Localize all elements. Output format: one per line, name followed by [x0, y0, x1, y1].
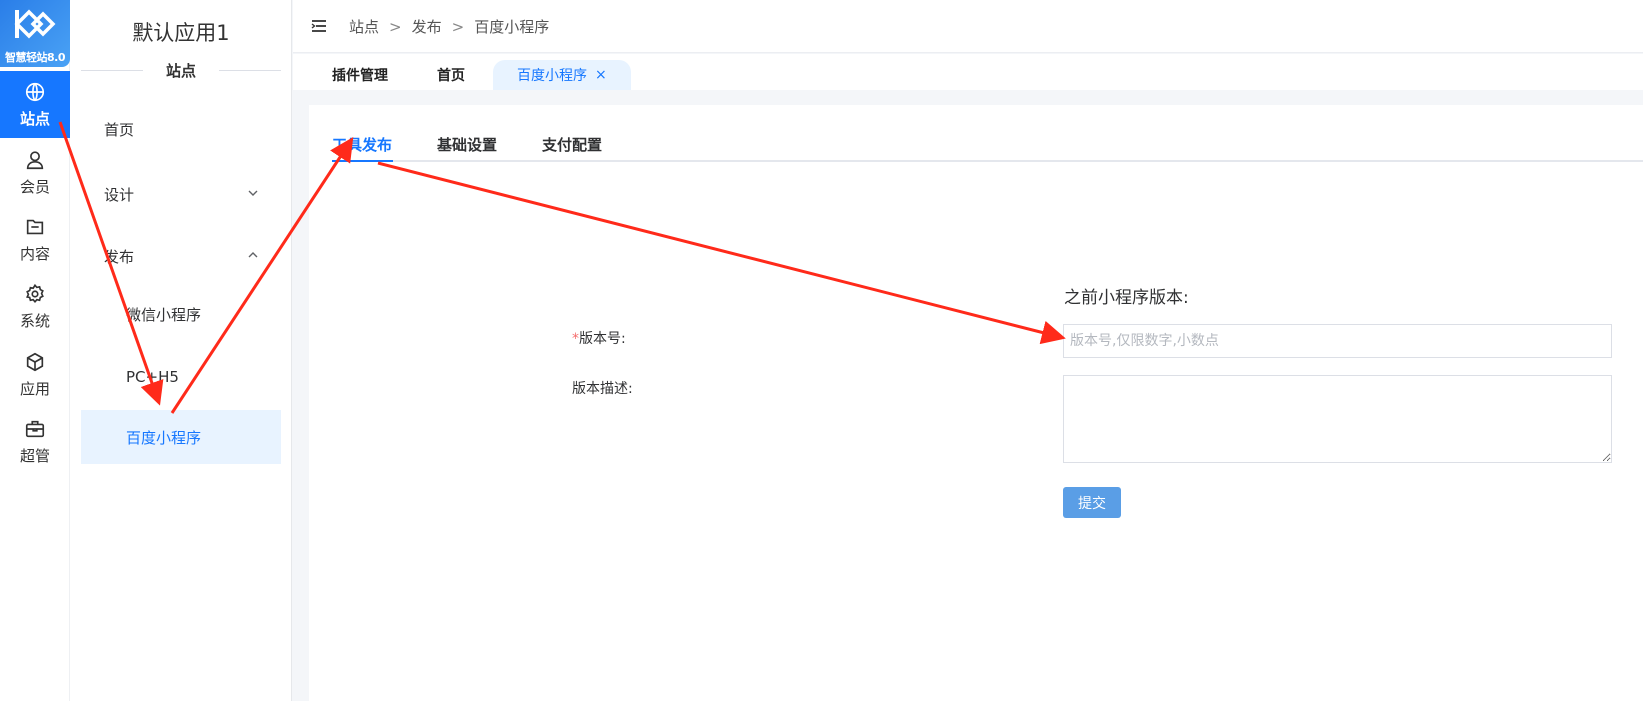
rail-item-site[interactable]: 站点 — [0, 71, 70, 138]
top-header: 站点 > 发布 > 百度小程序 — [293, 0, 1643, 53]
inner-tabs: 工具发布 基础设置 支付配置 — [332, 122, 1643, 162]
description-textarea[interactable] — [1063, 375, 1612, 463]
tab-baidu-miniprogram[interactable]: 百度小程序 × — [493, 60, 631, 90]
tab-tool-publish[interactable]: 工具发布 — [332, 134, 392, 155]
breadcrumb-item-current: 百度小程序 — [474, 18, 550, 36]
toolbox-icon — [25, 420, 45, 437]
tab-label: 插件管理 — [332, 68, 388, 84]
rail-item-label: 内容 — [19, 244, 50, 263]
menu-item-baidu-miniprogram[interactable]: 百度小程序 — [81, 410, 281, 464]
tab-label: 首页 — [437, 68, 465, 84]
menu-item-design[interactable]: 设计 — [81, 167, 281, 221]
required-mark: * — [572, 331, 579, 347]
gear-icon — [26, 283, 44, 303]
breadcrumb-item[interactable]: 发布 — [412, 18, 442, 36]
version-label-text: 版本号: — [579, 331, 626, 347]
folder-icon — [26, 219, 44, 234]
divider-line — [219, 70, 281, 71]
menu-section-divider: 站点 — [81, 60, 281, 80]
side-menu: 默认应用1 站点 首页 设计 发布 微信小程序 PC+H5 百度小程序 — [70, 0, 292, 701]
tab-home[interactable]: 首页 — [437, 60, 465, 90]
active-tab-indicator — [332, 160, 393, 162]
chevron-down-icon — [248, 190, 258, 196]
menu-item-label: PC+H5 — [126, 368, 179, 386]
chevron-up-icon — [248, 252, 258, 258]
page-tabs: 插件管理 首页 百度小程序 × — [293, 54, 1643, 90]
icon-rail: 智慧轻站8.0 站点 会员 内容 系统 应用 超管 — [0, 0, 70, 701]
menu-item-label: 百度小程序 — [126, 428, 202, 447]
menu-item-label: 首页 — [104, 120, 135, 139]
previous-version-title: 之前小程序版本: — [1064, 288, 1189, 308]
rail-item-label: 会员 — [19, 177, 50, 196]
rail-item-system[interactable]: 系统 — [0, 273, 70, 340]
menu-item-pc-h5[interactable]: PC+H5 — [81, 350, 281, 404]
menu-item-wechat-miniprogram[interactable]: 微信小程序 — [81, 287, 281, 341]
breadcrumb-separator: > — [451, 18, 465, 36]
globe-icon — [25, 82, 45, 101]
menu-item-publish[interactable]: 发布 — [81, 229, 281, 283]
tab-payment-config[interactable]: 支付配置 — [542, 134, 602, 155]
tab-plugin-manage[interactable]: 插件管理 — [332, 60, 388, 90]
cube-icon — [26, 352, 44, 371]
menu-fold-icon[interactable] — [310, 17, 328, 35]
description-label: 版本描述: — [572, 381, 633, 397]
tab-basic-settings[interactable]: 基础设置 — [437, 134, 497, 155]
menu-item-home[interactable]: 首页 — [81, 102, 281, 156]
version-label: *版本号: — [572, 328, 626, 348]
close-icon[interactable]: × — [595, 67, 607, 83]
logo-mark-icon — [14, 9, 56, 39]
logo-text: 智慧轻站8.0 — [5, 51, 66, 64]
rail-item-admin[interactable]: 超管 — [0, 408, 70, 475]
rail-item-label: 应用 — [19, 379, 50, 398]
submit-button[interactable]: 提交 — [1063, 487, 1121, 518]
breadcrumb: 站点 > 发布 > 百度小程序 — [349, 16, 549, 37]
menu-item-label: 微信小程序 — [126, 305, 202, 324]
rail-item-label: 超管 — [19, 446, 50, 465]
rail-item-apps[interactable]: 应用 — [0, 341, 70, 408]
tab-label: 百度小程序 — [517, 68, 587, 84]
menu-item-label: 发布 — [104, 247, 135, 266]
user-icon — [26, 150, 44, 169]
rail-item-member[interactable]: 会员 — [0, 139, 70, 206]
rail-item-content[interactable]: 内容 — [0, 206, 70, 273]
breadcrumb-item[interactable]: 站点 — [349, 18, 379, 36]
menu-item-label: 设计 — [104, 185, 135, 204]
app-logo[interactable]: 智慧轻站8.0 — [0, 0, 70, 67]
breadcrumb-separator: > — [389, 18, 402, 36]
rail-item-label: 站点 — [19, 109, 50, 128]
rail-item-label: 系统 — [19, 311, 50, 330]
app-title: 默认应用1 — [132, 21, 230, 45]
version-input[interactable] — [1063, 324, 1612, 358]
